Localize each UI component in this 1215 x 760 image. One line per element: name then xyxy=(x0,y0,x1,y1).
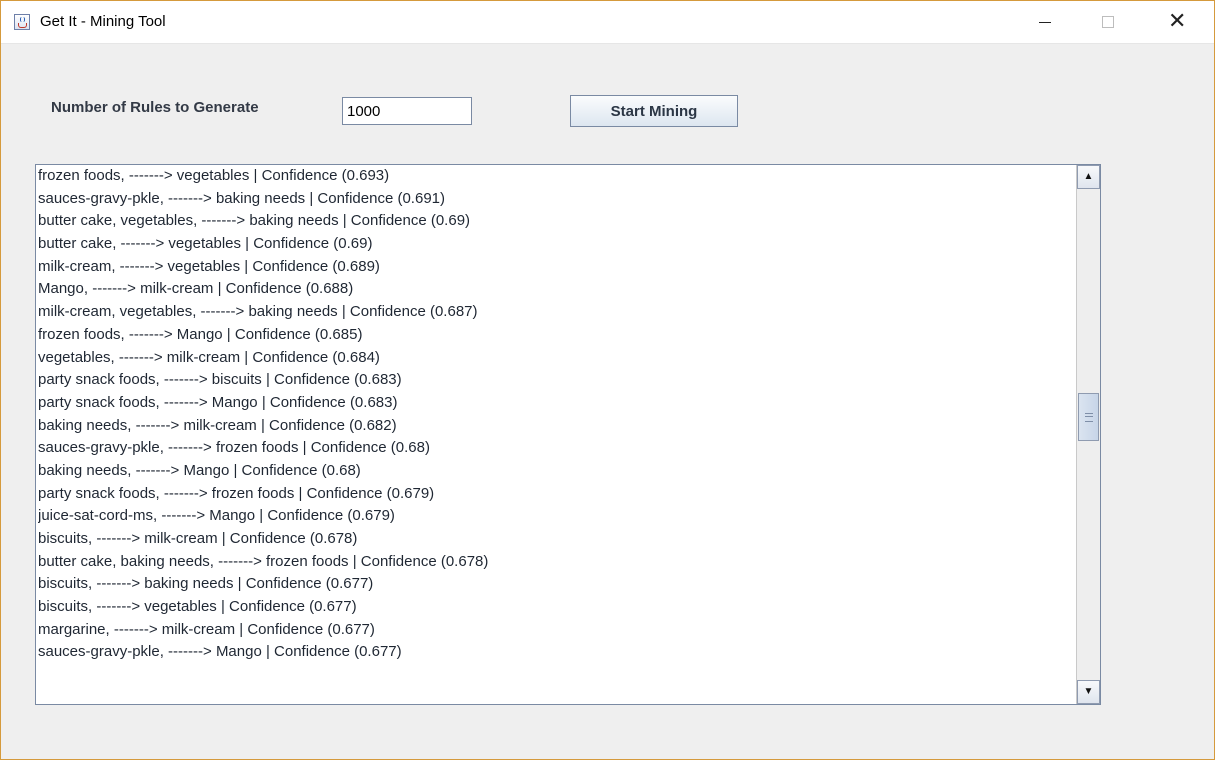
rule-line: party snack foods, -------> Mango | Conf… xyxy=(38,393,398,411)
rule-line: party snack foods, -------> biscuits | C… xyxy=(38,371,402,389)
rule-line: butter cake, baking needs, -------> froz… xyxy=(38,552,489,570)
vertical-scrollbar[interactable]: ▲ ▼ xyxy=(1076,165,1100,704)
scroll-thumb[interactable] xyxy=(1078,393,1099,441)
minimize-icon xyxy=(1039,22,1051,23)
rule-line: frozen foods, -------> vegetables | Conf… xyxy=(38,167,390,184)
close-icon: ✕ xyxy=(1168,8,1187,33)
rule-line: frozen foods, -------> Mango | Confidenc… xyxy=(38,325,363,343)
rule-line: juice-sat-cord-ms, -------> Mango | Conf… xyxy=(38,507,395,525)
rule-line: biscuits, -------> baking needs | Confid… xyxy=(38,575,374,593)
rule-line: sauces-gravy-pkle, -------> baking needs… xyxy=(38,189,445,207)
window-title: Get It - Mining Tool xyxy=(40,13,166,30)
scroll-track[interactable] xyxy=(1077,189,1100,680)
rule-line: milk-cream, -------> vegetables | Confid… xyxy=(38,257,380,275)
java-cup-icon[interactable] xyxy=(14,14,30,30)
rule-line: sauces-gravy-pkle, -------> frozen foods… xyxy=(38,439,430,457)
rule-line: Mango, -------> milk-cream | Confidence … xyxy=(38,280,354,298)
maximize-icon xyxy=(1102,16,1114,28)
maximize-button[interactable] xyxy=(1085,1,1131,43)
rule-line: biscuits, -------> milk-cream | Confiden… xyxy=(38,530,358,547)
rules-count-label: Number of Rules to Generate xyxy=(51,99,259,116)
rule-line: baking needs, -------> Mango | Confidenc… xyxy=(38,461,361,479)
minimize-button[interactable] xyxy=(1023,1,1069,43)
steam-shape xyxy=(20,17,25,22)
start-mining-button[interactable]: Start Mining xyxy=(570,95,738,127)
rule-line: baking needs, -------> milk-cream | Conf… xyxy=(38,416,397,434)
title-bar[interactable]: Get It - Mining Tool ✕ xyxy=(1,1,1214,44)
rule-line: milk-cream, vegetables, -------> baking … xyxy=(38,303,478,321)
rule-line: party snack foods, -------> frozen foods… xyxy=(38,484,435,502)
results-text-area[interactable]: frozen foods, -------> vegetables | Conf… xyxy=(35,164,1101,705)
rule-line: butter cake, -------> vegetables | Confi… xyxy=(38,235,373,253)
rule-line: sauces-gravy-pkle, -------> Mango | Conf… xyxy=(38,643,402,661)
scroll-up-button[interactable]: ▲ xyxy=(1077,165,1100,189)
close-button[interactable]: ✕ xyxy=(1152,1,1198,43)
rule-line: margarine, -------> milk-cream | Confide… xyxy=(38,620,375,638)
rules-list: frozen foods, -------> vegetables | Conf… xyxy=(38,165,1074,664)
rules-count-input[interactable] xyxy=(342,97,472,125)
rule-line: biscuits, -------> vegetables | Confiden… xyxy=(38,598,357,616)
rule-line: butter cake, vegetables, -------> baking… xyxy=(38,212,471,230)
grip-icon xyxy=(1085,413,1093,422)
app-window: Get It - Mining Tool ✕ Number of Rules t… xyxy=(0,0,1215,760)
rule-line: vegetables, -------> milk-cream | Confid… xyxy=(38,348,380,366)
cup-shape xyxy=(18,23,27,28)
scroll-down-button[interactable]: ▼ xyxy=(1077,680,1100,704)
